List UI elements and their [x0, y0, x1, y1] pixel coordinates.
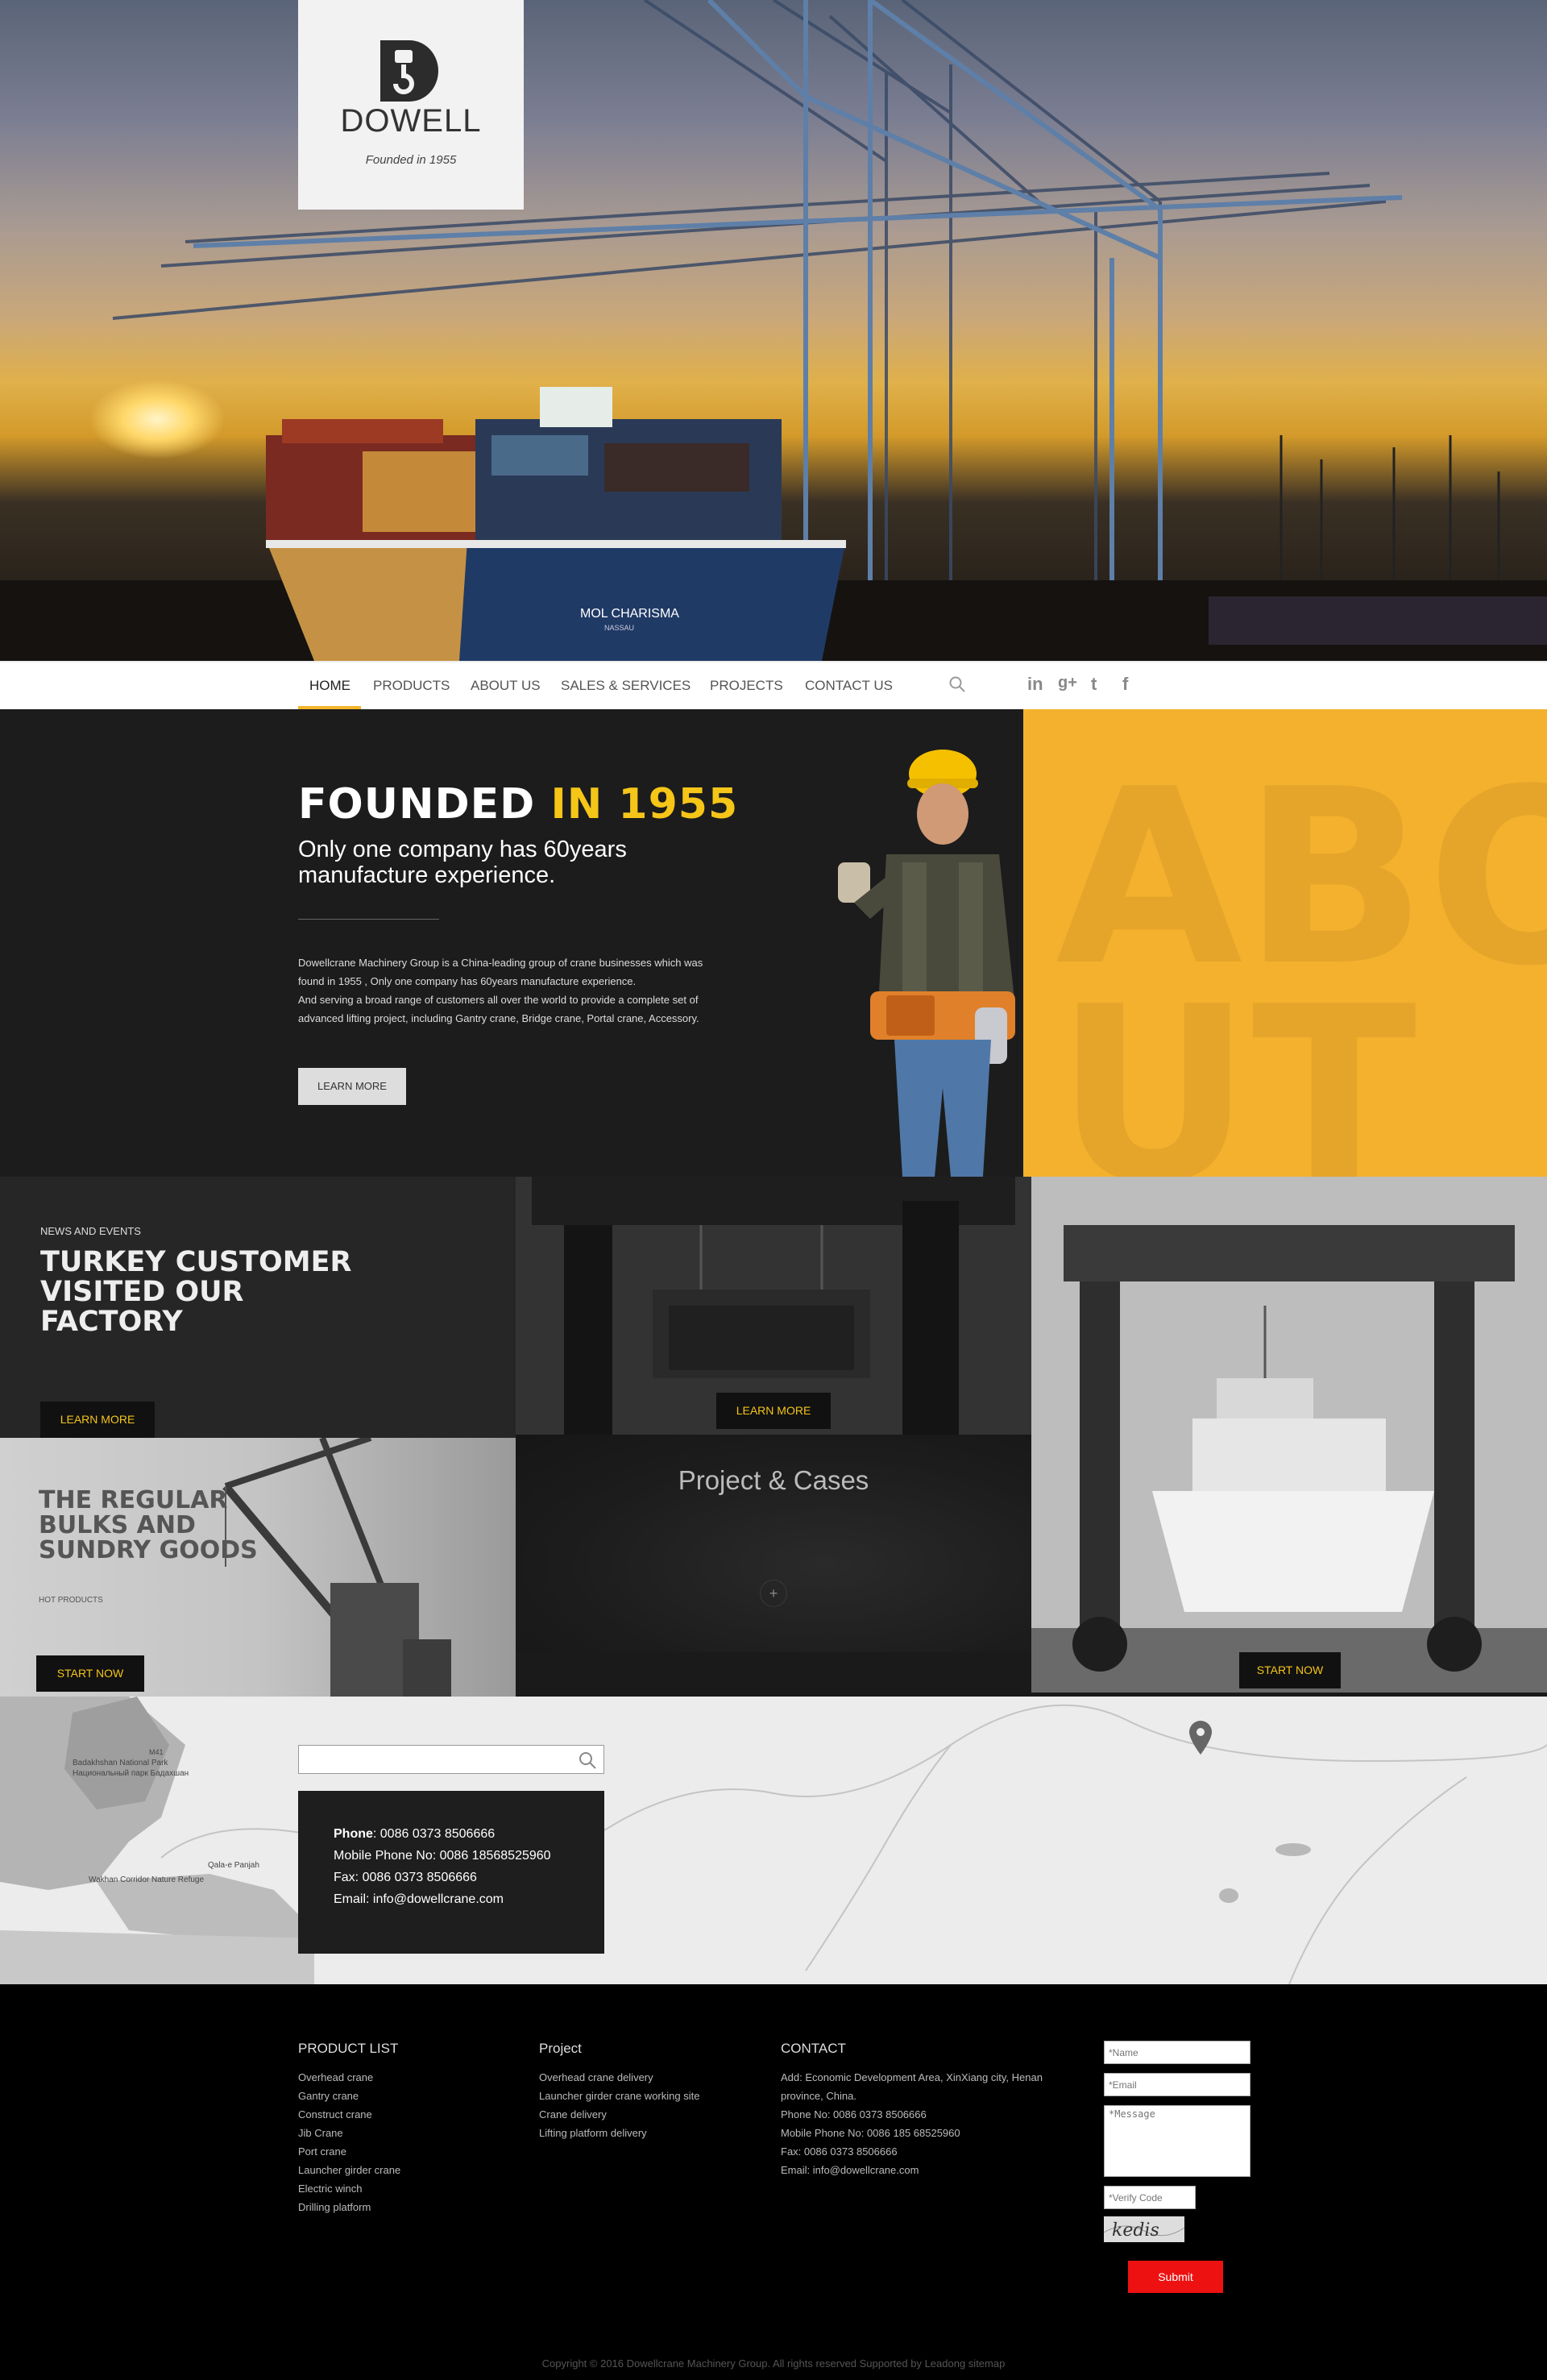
linkedin-icon[interactable]: in [1027, 674, 1043, 695]
map-terrain: Badakhshan National Park Национальный па… [0, 1697, 1547, 1984]
nav-contact-us[interactable]: CONTACT US [805, 662, 893, 709]
news-tile: NEWS AND EVENTS TURKEY CUSTOMER VISITED … [0, 1177, 516, 1438]
svg-text:Национальный парк Бадахшан: Национальный парк Бадахшан [73, 1769, 189, 1778]
svg-text:Badakhshan National Park: Badakhshan National Park [73, 1759, 168, 1767]
search-icon[interactable] [948, 675, 966, 693]
google-plus-icon[interactable]: g+ [1058, 674, 1077, 692]
footer-link[interactable]: Electric winch [298, 2179, 400, 2198]
footer-link[interactable]: Launcher girder crane working site [539, 2087, 699, 2105]
divider [298, 919, 439, 920]
news-learn-more-button[interactable]: LEARN MORE [40, 1402, 155, 1438]
plus-icon[interactable]: + [760, 1580, 787, 1607]
contact-fax: Fax: 0086 0373 8506666 [334, 1871, 477, 1884]
search-icon[interactable] [578, 1751, 597, 1770]
map-search-box[interactable] [298, 1745, 604, 1774]
submit-button[interactable]: Submit [1128, 2261, 1223, 2293]
footer-link[interactable]: Port crane [298, 2142, 400, 2161]
boat-hoist-image [1031, 1177, 1547, 1693]
about-subtitle: Only one company has 60years manufacture… [298, 837, 627, 888]
bulk-title: THE REGULAR BULKS AND SUNDRY GOODS [39, 1486, 258, 1564]
portal-crane-image [222, 1438, 451, 1697]
about-yellow-panel: ABO UT [1023, 709, 1547, 1177]
cases-footer-bar [516, 1652, 1031, 1697]
footer-link[interactable]: Lifting platform delivery [539, 2124, 699, 2142]
footer-link[interactable]: Overhead crane delivery [539, 2068, 699, 2087]
hero-banner: MOL CHARISMA NASSAU DOWELL Founded in 19… [0, 0, 1547, 661]
footer-contact: CONTACT Add: Economic Development Area, … [781, 2041, 1043, 2176]
container-ship: MOL CHARISMA NASSAU [266, 387, 846, 661]
construction-worker-image [838, 750, 1015, 1177]
location-map[interactable]: Badakhshan National Park Национальный па… [0, 1697, 1547, 1984]
footer-link[interactable]: Crane delivery [539, 2105, 699, 2124]
gantry-crane-tile[interactable]: LEARN MORE [516, 1177, 1031, 1435]
boat-start-now-button[interactable]: START NOW [1239, 1652, 1341, 1688]
map-search-input[interactable] [299, 1746, 557, 1773]
footer-link[interactable]: Drilling platform [298, 2198, 400, 2216]
about-section: ABO UT FOUNDED IN 1955 Only one company … [0, 709, 1547, 1177]
captcha-image[interactable]: kedis [1104, 2216, 1184, 2242]
nav-about-us[interactable]: ABOUT US [471, 662, 541, 709]
footer-link[interactable]: Construct crane [298, 2105, 400, 2124]
svg-text:MOL CHARISMA: MOL CHARISMA [580, 607, 679, 621]
news-title: TURKEY CUSTOMER VISITED OUR FACTORY [40, 1246, 352, 1338]
footer-project-list: Project Overhead crane delivery Launcher… [539, 2041, 699, 2142]
brand-name: DOWELL [340, 103, 482, 139]
crane-learn-more-button[interactable]: LEARN MORE [716, 1393, 831, 1429]
bulk-start-now-button[interactable]: START NOW [36, 1655, 144, 1692]
project-cases-tile[interactable]: Project & Cases + [516, 1435, 1031, 1652]
footer-link[interactable]: Launcher girder crane [298, 2161, 400, 2179]
main-navigation: HOME PRODUCTS ABOUT US SALES & SERVICES … [0, 661, 1547, 709]
bulk-subtitle: HOT PRODUCTS [39, 1596, 103, 1605]
contact-email: Email: info@dowellcrane.com [334, 1892, 504, 1906]
svg-text:Qala-e Panjah: Qala-e Panjah [208, 1861, 259, 1870]
email-field[interactable] [1104, 2073, 1250, 2096]
contact-info-box: Phone: 0086 0373 8506666 Mobile Phone No… [298, 1791, 604, 1954]
name-field[interactable] [1104, 2041, 1250, 2064]
copyright: Copyright © 2016 Dowellcrane Machinery G… [541, 2357, 1006, 2370]
map-pin-icon[interactable] [1188, 1721, 1213, 1755]
site-footer: PRODUCT LIST Overhead crane Gantry crane… [0, 1984, 1547, 2380]
svg-text:NASSAU: NASSAU [604, 624, 634, 632]
news-label: NEWS AND EVENTS [40, 1225, 141, 1237]
bulk-goods-tile[interactable]: THE REGULAR BULKS AND SUNDRY GOODS HOT P… [0, 1438, 516, 1697]
nav-products[interactable]: PRODUCTS [373, 662, 450, 709]
dowell-logo-mark [380, 40, 438, 102]
svg-text:Wakhan Corridor Nature Refuge: Wakhan Corridor Nature Refuge [89, 1875, 204, 1884]
footer-link[interactable]: Gantry crane [298, 2087, 400, 2105]
learn-more-button[interactable]: LEARN MORE [298, 1068, 406, 1105]
footer-link[interactable]: Jib Crane [298, 2124, 400, 2142]
feature-grid: NEWS AND EVENTS TURKEY CUSTOMER VISITED … [0, 1177, 1547, 1697]
svg-text:kedis: kedis [1112, 2220, 1159, 2241]
project-cases-title: Project & Cases [678, 1465, 869, 1495]
nav-sales-services[interactable]: SALES & SERVICES [561, 662, 691, 709]
nav-home[interactable]: HOME [309, 662, 350, 709]
brand-tagline: Founded in 1955 [365, 153, 457, 167]
nav-projects[interactable]: PROJECTS [710, 662, 783, 709]
watermark-bottom: UT [1056, 955, 1417, 1178]
boat-hoist-tile[interactable]: START NOW [1031, 1177, 1547, 1693]
twitter-icon[interactable]: t [1091, 674, 1097, 695]
facebook-icon[interactable]: f [1122, 674, 1128, 695]
contact-mobile: Mobile Phone No: 0086 18568525960 [334, 1849, 551, 1863]
svg-text:M41: M41 [149, 1748, 164, 1756]
message-field[interactable] [1104, 2105, 1250, 2177]
logo[interactable]: DOWELL Founded in 1955 [298, 0, 524, 210]
footer-link[interactable]: Overhead crane [298, 2068, 400, 2087]
verify-code-field[interactable] [1104, 2186, 1196, 2209]
about-title: FOUNDED IN 1955 [298, 780, 739, 829]
footer-product-list: PRODUCT LIST Overhead crane Gantry crane… [298, 2041, 400, 2216]
contact-phone: Phone: 0086 0373 8506666 [334, 1827, 496, 1841]
about-body: Dowellcrane Machinery Group is a China-l… [298, 957, 703, 1024]
